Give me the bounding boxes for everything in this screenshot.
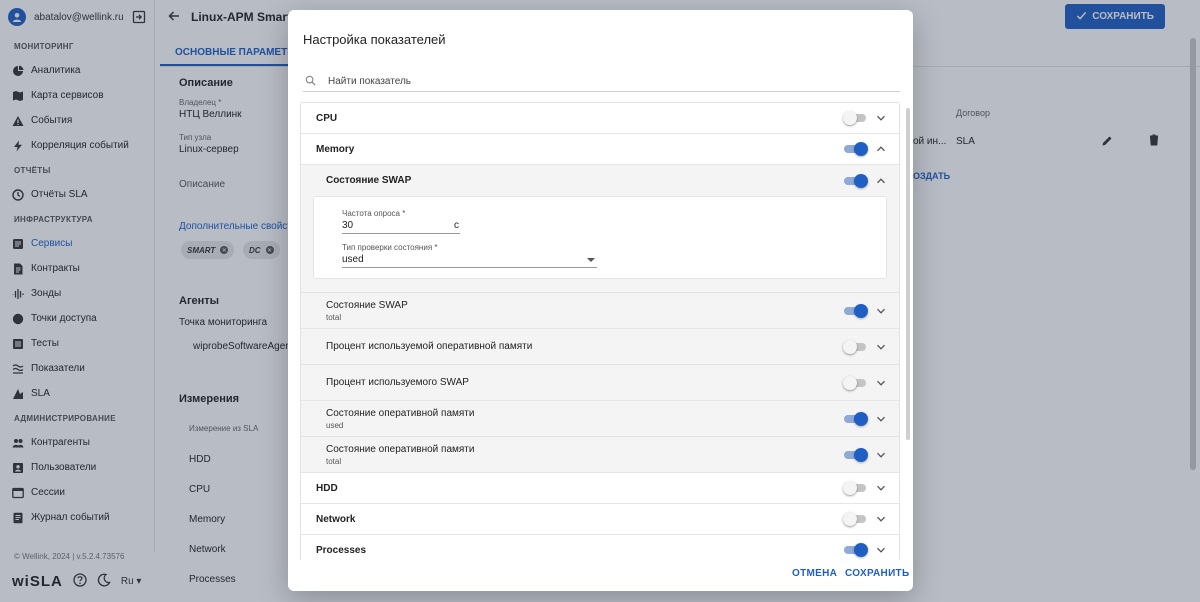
toggle-metric[interactable] [843,375,868,390]
chevron-down-icon[interactable] [876,414,886,424]
search-input[interactable] [328,76,868,87]
chevron-down-icon[interactable] [876,483,886,493]
metric-label: Процент используемого SWAP [326,377,469,388]
metric-label: Состояние оперативной памяти [326,443,475,455]
chevron-down-icon[interactable] [876,514,886,524]
group-label-hdd: HDD [316,482,338,494]
metric-text: Состояние оперативной памяти total [326,444,899,466]
metric-sublabel: total [326,312,342,322]
metric-row[interactable]: Состояние оперативной памяти total [301,437,899,473]
dropdown-caret-icon [587,258,595,262]
search-icon [303,75,316,89]
metric-label: Процент используемой оперативной памяти [326,341,533,352]
group-label-processes: Processes [316,544,367,556]
list-scrollbar[interactable] [906,108,910,440]
metrics-settings-dialog: Настройка показателей CPU Memory Состоян… [288,10,913,591]
group-label-memory: Memory [316,143,355,155]
poll-frequency-value: 30 [342,220,354,231]
dialog-footer: ОТМЕНА СОХРАНИТЬ [288,560,913,591]
check-type-value: used [342,254,364,265]
chevron-down-icon[interactable] [876,306,886,316]
check-type-label: Тип проверки состояния * [342,243,438,252]
chevron-down-icon[interactable] [876,378,886,388]
poll-frequency-unit: с [454,220,459,231]
toggle-metric[interactable] [844,303,868,318]
subgroup-row-swap-state[interactable]: Состояние SWAP [301,165,899,196]
toggle-cpu[interactable] [843,111,868,125]
poll-frequency-label: Частота опроса * [342,209,406,218]
save-button[interactable]: СОХРАНИТЬ [845,568,909,579]
cancel-button[interactable]: ОТМЕНА [792,568,837,579]
chevron-down-icon[interactable] [876,342,886,352]
chevron-down-icon[interactable] [876,545,886,555]
metric-text: Состояние SWAP total [326,300,899,322]
group-row-network[interactable]: Network [301,504,899,535]
dialog-title: Настройка показателей [303,32,446,47]
chevron-up-icon[interactable] [876,176,886,186]
metric-row[interactable]: Процент используемого SWAP [301,365,899,401]
metric-row[interactable]: Состояние оперативной памяти used [301,401,899,437]
poll-frequency-input[interactable]: 30 [342,218,460,234]
swap-settings-panel: Частота опроса * 30 с Тип проверки состо… [301,196,899,293]
metric-text: Процент используемой оперативной памяти [326,341,899,352]
group-label-cpu: CPU [316,112,338,124]
metric-sublabel: total [326,456,342,466]
group-row-processes[interactable]: Processes [301,535,899,560]
subgroup-label-swap-state: Состояние SWAP [326,175,412,186]
group-label-network: Network [316,513,356,525]
metric-sublabel: used [326,420,344,430]
search-bar [303,72,900,92]
toggle-processes[interactable] [844,543,868,557]
metric-text: Процент используемого SWAP [326,377,899,388]
toggle-hdd[interactable] [843,481,868,495]
metric-text: Состояние оперативной памяти used [326,408,899,430]
metric-row[interactable]: Процент используемой оперативной памяти [301,329,899,365]
chevron-down-icon[interactable] [876,450,886,460]
group-row-cpu[interactable]: CPU [301,103,899,134]
swap-settings-card: Частота опроса * 30 с Тип проверки состо… [313,196,887,279]
toggle-metric[interactable] [844,447,868,462]
toggle-memory[interactable] [844,142,868,156]
toggle-metric[interactable] [843,339,868,354]
toggle-metric[interactable] [844,411,868,426]
group-row-hdd[interactable]: HDD [301,473,899,504]
metric-label: Состояние оперативной памяти [326,407,475,419]
check-type-select[interactable]: used [342,252,597,268]
metrics-list: CPU Memory Состояние SWAP Частота опроса… [300,102,900,560]
metric-row[interactable]: Состояние SWAP total [301,293,899,329]
toggle-network[interactable] [843,512,868,526]
chevron-down-icon[interactable] [876,113,886,123]
toggle-swap-state[interactable] [844,173,868,188]
chevron-up-icon[interactable] [876,144,886,154]
metric-label: Состояние SWAP [326,299,408,311]
group-row-memory[interactable]: Memory [301,134,899,165]
